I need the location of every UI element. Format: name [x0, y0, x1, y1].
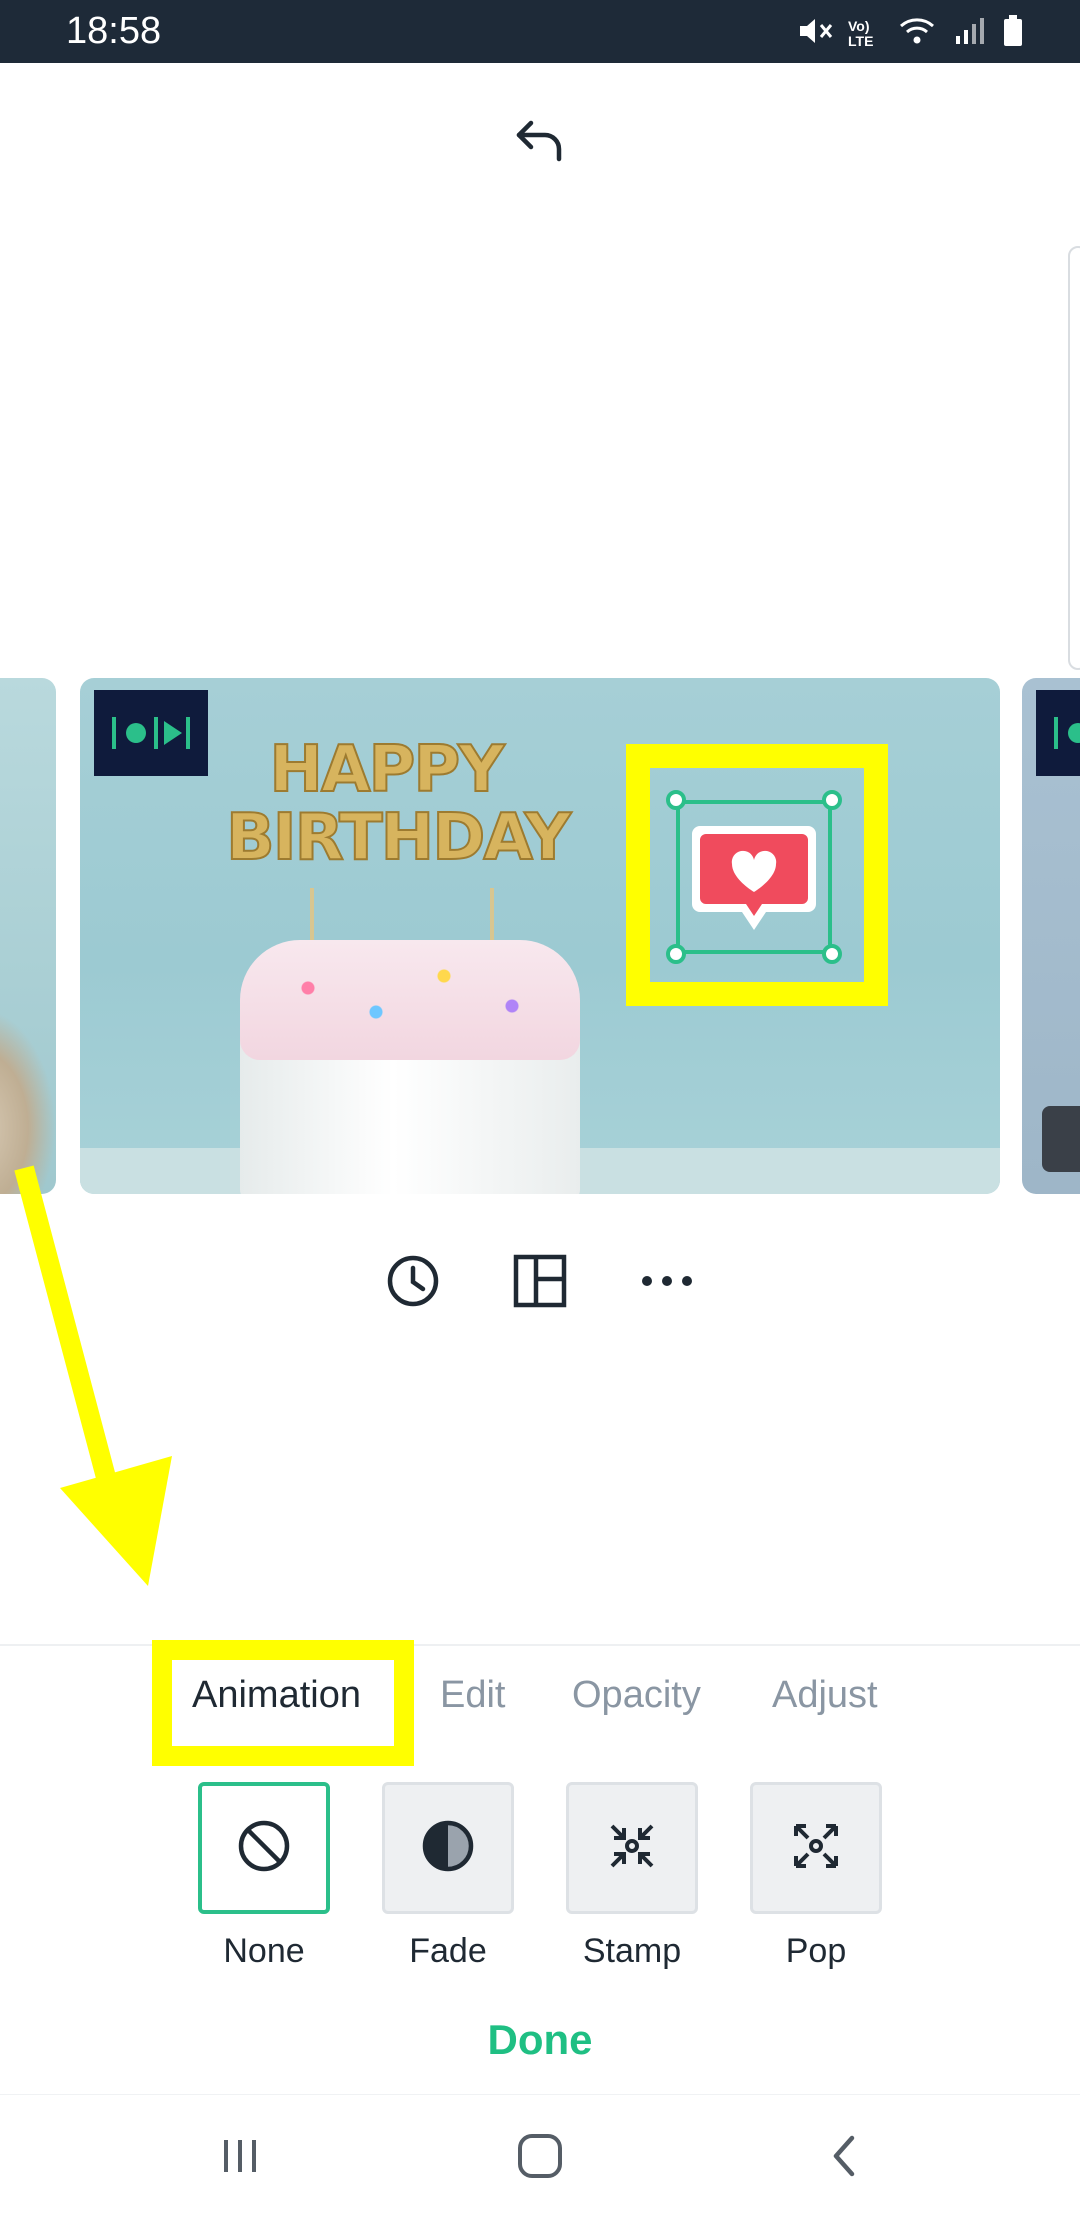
mute-icon	[796, 14, 834, 53]
animation-badge-icon	[1036, 690, 1080, 776]
option-label: Stamp	[582, 1932, 682, 1970]
previous-slide[interactable]	[0, 678, 56, 1194]
slide-toolbar	[380, 1250, 700, 1316]
recents-button[interactable]	[200, 2123, 280, 2193]
recents-icon	[218, 2136, 262, 2181]
animation-bottom-sheet: Animation Edit Opacity Adjust None Fade	[0, 1640, 1080, 2094]
cake-image	[240, 940, 580, 1194]
undo-icon	[513, 109, 569, 170]
done-button[interactable]: Done	[0, 2016, 1080, 2064]
resize-handle[interactable]	[666, 790, 686, 810]
cake-body	[240, 1040, 580, 1194]
clock-icon	[385, 1253, 441, 1314]
layout-icon	[512, 1253, 568, 1314]
resize-handle[interactable]	[822, 944, 842, 964]
signal-icon	[950, 14, 988, 53]
duration-button[interactable]	[380, 1250, 446, 1316]
tab-opacity[interactable]: Opacity	[572, 1674, 701, 1717]
status-time: 18:58	[66, 10, 162, 52]
side-panel-edge[interactable]	[1068, 246, 1080, 670]
option-stamp[interactable]: Stamp	[566, 1782, 698, 1971]
status-icons: Vo) LTE	[796, 14, 1024, 53]
fade-icon	[420, 1818, 476, 1879]
option-stamp-tile[interactable]	[566, 1782, 698, 1914]
sticker-selection-frame[interactable]	[666, 790, 842, 964]
system-nav-bar	[0, 2094, 1080, 2220]
home-button[interactable]	[500, 2123, 580, 2193]
next-slide[interactable]	[1022, 678, 1080, 1194]
current-slide[interactable]: HAPPY BIRTHDAY	[80, 678, 1000, 1194]
back-icon	[824, 2132, 864, 2185]
option-none-tile[interactable]	[198, 1782, 330, 1914]
battery-icon	[1002, 14, 1024, 53]
option-fade-tile[interactable]	[382, 1782, 514, 1914]
animation-badge-icon[interactable]	[94, 690, 208, 776]
back-button[interactable]	[804, 2123, 884, 2193]
layout-button[interactable]	[507, 1250, 573, 1316]
tab-edit[interactable]: Edit	[440, 1674, 505, 1717]
tab-highlight-box	[152, 1640, 414, 1766]
status-bar: 18:58 Vo) LTE	[0, 0, 1080, 63]
tab-adjust[interactable]: Adjust	[772, 1674, 878, 1717]
more-button[interactable]	[634, 1250, 700, 1316]
slide-image-detail	[0, 1008, 56, 1194]
resize-handle[interactable]	[666, 944, 686, 964]
option-label: Pop	[785, 1932, 847, 1970]
volte-icon: Vo) LTE	[848, 17, 874, 49]
pop-icon	[788, 1818, 844, 1879]
undo-button[interactable]	[508, 106, 574, 172]
resize-handle[interactable]	[822, 790, 842, 810]
animation-options: None Fade Stamp Pop	[198, 1782, 882, 1971]
option-pop[interactable]: Pop	[750, 1782, 882, 1971]
none-icon	[236, 1818, 292, 1879]
stamp-icon	[604, 1818, 660, 1879]
tab-bar: Animation Edit Opacity Adjust	[0, 1640, 1080, 1766]
more-icon	[639, 1271, 695, 1296]
wifi-icon	[898, 14, 936, 53]
cake-sprinkles	[240, 940, 580, 1060]
option-label: None	[223, 1932, 305, 1970]
slide-image-detail	[1042, 1106, 1080, 1172]
option-none[interactable]: None	[198, 1782, 330, 1971]
happy-birthday-text: HAPPY BIRTHDAY	[225, 733, 572, 875]
option-label: Fade	[409, 1932, 487, 1970]
option-pop-tile[interactable]	[750, 1782, 882, 1914]
home-icon	[516, 2132, 564, 2185]
option-fade[interactable]: Fade	[382, 1782, 514, 1971]
